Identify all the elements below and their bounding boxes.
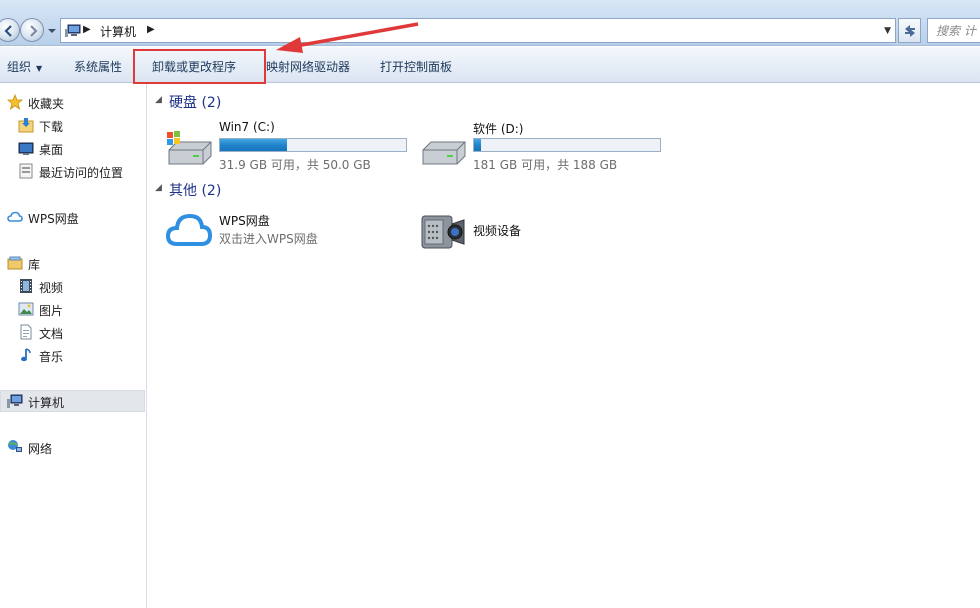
forward-arrow-icon (30, 25, 38, 37)
address-field[interactable]: ▶ 计算机 ▶ ▼ (60, 18, 896, 43)
system-properties-button[interactable]: 系统属性 (74, 58, 122, 75)
open-control-panel-button[interactable]: 打开控制面板 (380, 58, 452, 75)
sidebar-item-label: 库 (28, 258, 41, 272)
cloud-icon (7, 211, 23, 222)
hard-drive-windows-icon (167, 131, 212, 165)
music-note-icon (21, 348, 31, 362)
group-title: 硬盘 (169, 95, 197, 111)
navigation-pane: 收藏夹 下载 桌面 最近访问的位置 WPS网盘 库 视频 图片 文档 音乐 计算… (0, 84, 147, 608)
refresh-button[interactable] (898, 18, 921, 43)
group-title: 其他 (169, 183, 197, 199)
sidebar-item-label: 计算机 (28, 396, 65, 410)
item-name: 视频设备 (473, 224, 522, 238)
back-arrow-icon (4, 25, 12, 37)
group-count: (2) (201, 183, 222, 199)
sidebar-item-label: 音乐 (39, 350, 64, 364)
search-input[interactable] (928, 19, 980, 42)
collapse-triangle-icon[interactable]: ◢ (155, 95, 162, 105)
webcam-icon (421, 215, 465, 249)
desktop-icon (18, 142, 34, 155)
sidebar-item-label: 下载 (39, 120, 64, 134)
sidebar-item-label: 最近访问的位置 (39, 166, 124, 180)
group-count: (2) (201, 95, 222, 111)
back-button[interactable] (0, 18, 20, 42)
address-bar: ▶ 计算机 ▶ ▼ (0, 0, 980, 46)
chevron-down-icon: ▼ (36, 64, 43, 73)
item-name: WPS网盘 (219, 214, 270, 228)
highlight-box-annotation (133, 49, 266, 84)
drive-c[interactable]: Win7 (C:) 31.9 GB 可用，共 50.0 GB (165, 120, 425, 172)
document-icon (20, 324, 32, 340)
drive-usage-fill (220, 139, 288, 151)
wps-cloud-item[interactable]: WPS网盘 双击进入WPS网盘 (165, 210, 405, 256)
address-history-dropdown-icon[interactable]: ▼ (884, 26, 891, 36)
breadcrumb-separator-icon[interactable]: ▶ (83, 24, 91, 35)
recent-places-icon (19, 163, 33, 179)
sidebar-item-label: 图片 (39, 304, 64, 318)
drive-d[interactable]: 软件 (D:) 181 GB 可用，共 188 GB (419, 120, 679, 172)
star-icon (7, 94, 23, 110)
organize-label: 组织 (7, 60, 32, 74)
picture-icon (18, 302, 34, 316)
drive-name: 软件 (D:) (473, 122, 524, 136)
annotation-arrow-icon (276, 22, 419, 53)
collapse-triangle-icon[interactable]: ◢ (155, 183, 162, 193)
item-description: 双击进入WPS网盘 (219, 232, 318, 246)
recent-pages-dropdown-icon[interactable] (47, 27, 57, 35)
forward-button[interactable] (20, 18, 44, 42)
film-icon (20, 279, 32, 293)
drive-usage-bar (473, 138, 661, 152)
breadcrumb-chevron-icon[interactable]: ▶ (147, 24, 155, 35)
content-pane: ◢ 硬盘 (2) Win7 (C:) 31.9 GB 可用，共 50.0 GB … (148, 84, 980, 608)
library-icon (7, 256, 23, 270)
network-icon (8, 440, 22, 452)
drive-free-space: 31.9 GB 可用，共 50.0 GB (219, 158, 371, 172)
breadcrumb-computer[interactable]: 计算机 (100, 23, 136, 40)
group-header-other[interactable]: ◢ 其他 (2) (155, 180, 222, 200)
drive-name: Win7 (C:) (219, 120, 275, 134)
organize-menu[interactable]: 组织 ▼ (7, 58, 42, 75)
map-network-drive-button[interactable]: 映射网络驱动器 (266, 58, 350, 75)
sidebar-item-label: 文档 (39, 327, 64, 341)
sidebar-item-label: 网络 (28, 442, 53, 456)
hard-drive-icon (422, 141, 466, 165)
sidebar-item-label: 视频 (39, 281, 64, 295)
drive-usage-fill (474, 139, 481, 151)
group-header-hard-disks[interactable]: ◢ 硬盘 (2) (155, 92, 222, 112)
search-field[interactable] (927, 18, 980, 43)
computer-icon (65, 24, 81, 37)
drive-free-space: 181 GB 可用，共 188 GB (473, 158, 618, 172)
wps-cloud-icon (165, 213, 213, 246)
video-device-item[interactable]: 视频设备 (419, 210, 619, 256)
drive-usage-bar (219, 138, 407, 152)
sidebar-item-label: WPS网盘 (28, 212, 79, 226)
refresh-icon (905, 25, 915, 37)
computer-icon (7, 394, 23, 408)
sidebar-item-label: 收藏夹 (28, 97, 65, 111)
download-folder-icon (18, 118, 34, 133)
sidebar-item-label: 桌面 (39, 143, 64, 157)
